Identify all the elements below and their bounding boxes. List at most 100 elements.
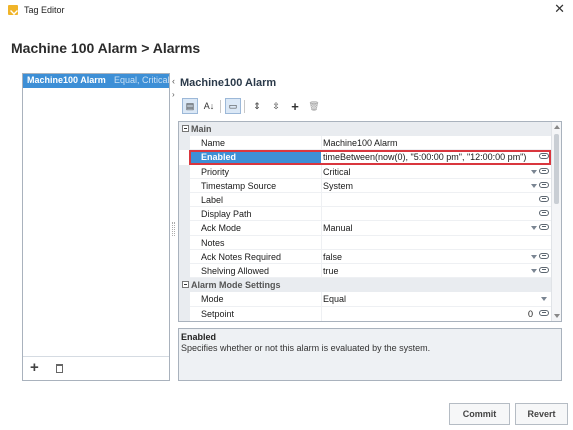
column-divider	[321, 235, 322, 250]
chevron-down-icon[interactable]	[531, 254, 537, 259]
collapse-all-icon[interactable]: ⇳	[268, 98, 284, 114]
binding-link-icon[interactable]	[539, 309, 549, 316]
scroll-thumb[interactable]	[554, 134, 559, 204]
section-label: Alarm Mode Settings	[191, 280, 281, 291]
close-icon[interactable]: ✕	[554, 2, 565, 16]
scroll-down-icon[interactable]	[554, 314, 560, 318]
toolbar-divider	[220, 100, 221, 113]
scroll-up-icon[interactable]	[554, 125, 560, 129]
add-property-icon[interactable]: +	[287, 98, 303, 114]
delete-property-icon[interactable]: 🗑	[306, 98, 322, 114]
alarm-item-mode: Equal, Critical	[114, 75, 169, 85]
column-divider	[321, 249, 322, 264]
expand-left-icon[interactable]: ›	[172, 90, 175, 99]
property-row-ack-notes-required[interactable]: Ack Notes Required false	[179, 249, 551, 264]
binding-link-icon[interactable]	[539, 267, 549, 273]
collapse-section-icon[interactable]	[182, 125, 189, 132]
property-row-mode[interactable]: Mode Equal	[179, 292, 551, 307]
window-title: Tag Editor	[24, 5, 65, 15]
property-value[interactable]: Critical	[323, 167, 351, 177]
column-divider	[321, 292, 322, 307]
tag-editor-icon	[8, 5, 18, 15]
column-divider	[321, 264, 322, 279]
alarm-list-panel: Machine100 Alarm Equal, Critical +	[22, 73, 170, 381]
property-name: Name	[201, 138, 226, 149]
property-row-label[interactable]: Label	[179, 193, 551, 208]
property-name: Shelving Allowed	[201, 266, 270, 276]
title-bar: Tag Editor ✕	[0, 0, 573, 21]
property-name: Notes	[201, 237, 225, 248]
property-value[interactable]: Manual	[323, 223, 353, 233]
property-row-priority[interactable]: Priority Critical	[179, 164, 551, 179]
property-value[interactable]: System	[323, 181, 353, 191]
commit-button[interactable]: Commit	[449, 403, 510, 425]
revert-button[interactable]: Revert	[515, 403, 568, 425]
property-name: Ack Notes Required	[201, 251, 282, 262]
column-divider	[321, 221, 322, 236]
column-divider	[321, 207, 322, 222]
property-value[interactable]: Equal	[323, 294, 346, 304]
splitter-grip-icon[interactable]	[172, 222, 175, 236]
property-name: Ack Mode	[201, 223, 242, 234]
collapse-left-icon[interactable]: ‹	[172, 76, 175, 86]
alarm-item-name: Machine100 Alarm	[27, 75, 106, 85]
column-divider	[321, 136, 322, 151]
property-name: Enabled	[201, 152, 237, 163]
binding-link-icon[interactable]	[539, 167, 549, 174]
delete-alarm-icon[interactable]	[56, 364, 63, 373]
grid-scrollbar[interactable]	[551, 122, 561, 321]
alarm-list-item[interactable]: Machine100 Alarm Equal, Critical	[23, 74, 169, 88]
binding-link-icon[interactable]	[539, 196, 549, 202]
binding-link-icon[interactable]	[539, 252, 549, 259]
property-name: Priority	[201, 166, 230, 177]
property-grid: Main Name Machine100 Alarm Enabled timeB…	[178, 121, 562, 322]
property-row-display-path[interactable]: Display Path	[179, 207, 551, 222]
binding-link-icon[interactable]	[539, 181, 549, 188]
property-row-notes[interactable]: Notes	[179, 235, 551, 250]
display-mode-icon[interactable]: ▭	[225, 98, 241, 114]
property-value[interactable]: 0	[528, 309, 533, 319]
property-name: Display Path	[201, 209, 252, 220]
categorized-view-icon[interactable]: ▤	[182, 98, 198, 114]
property-description: Enabled Specifies whether or not this al…	[178, 328, 562, 381]
column-divider	[321, 193, 322, 208]
property-name: Mode	[201, 294, 224, 305]
property-name: Timestamp Source	[201, 180, 277, 191]
section-label: Main	[191, 124, 212, 134]
property-row-ack-mode[interactable]: Ack Mode Manual	[179, 221, 551, 236]
column-divider	[321, 306, 322, 321]
chevron-down-icon[interactable]	[531, 183, 537, 188]
column-divider	[321, 178, 322, 193]
collapse-section-icon[interactable]	[182, 281, 189, 289]
chevron-down-icon[interactable]	[531, 226, 537, 231]
chevron-down-icon[interactable]	[541, 297, 547, 302]
property-row-shelving-allowed[interactable]: Shelving Allowed true	[179, 264, 551, 279]
alarm-editor-title: Machine100 Alarm	[180, 77, 277, 89]
expand-all-icon[interactable]: ⇕	[249, 98, 265, 114]
property-row-enabled[interactable]: Enabled timeBetween(now(0), "5:00:00 pm"…	[179, 150, 551, 166]
sort-alpha-icon[interactable]: A↓	[201, 98, 217, 114]
property-value[interactable]: true	[323, 266, 339, 276]
section-alarm-mode-settings[interactable]: Alarm Mode Settings	[179, 278, 551, 293]
binding-link-icon[interactable]	[539, 224, 549, 231]
add-alarm-icon[interactable]: +	[30, 359, 39, 377]
property-row-timestamp-source[interactable]: Timestamp Source System	[179, 178, 551, 193]
binding-link-icon[interactable]	[539, 210, 549, 217]
description-text: Specifies whether or not this alarm is e…	[181, 343, 431, 353]
property-name: Setpoint	[201, 308, 235, 319]
property-value[interactable]: timeBetween(now(0), "5:00:00 pm", "12:00…	[323, 152, 526, 162]
property-name: Label	[201, 195, 224, 205]
page-title: Machine 100 Alarm > Alarms	[11, 40, 201, 56]
alarm-list-footer: +	[23, 356, 169, 380]
description-title: Enabled	[181, 332, 217, 342]
property-value[interactable]: false	[323, 252, 342, 262]
property-value[interactable]: Machine100 Alarm	[323, 138, 398, 148]
property-row-name[interactable]: Name Machine100 Alarm	[179, 136, 551, 151]
chevron-down-icon[interactable]	[531, 269, 537, 273]
toolbar-divider	[244, 100, 245, 113]
chevron-down-icon[interactable]	[531, 169, 537, 174]
section-main[interactable]: Main	[179, 122, 551, 137]
property-toolbar: ▤ A↓ ▭ ⇕ ⇳ + 🗑	[180, 98, 380, 116]
property-row-setpoint[interactable]: Setpoint 0	[179, 306, 551, 321]
binding-link-icon[interactable]	[539, 153, 549, 160]
